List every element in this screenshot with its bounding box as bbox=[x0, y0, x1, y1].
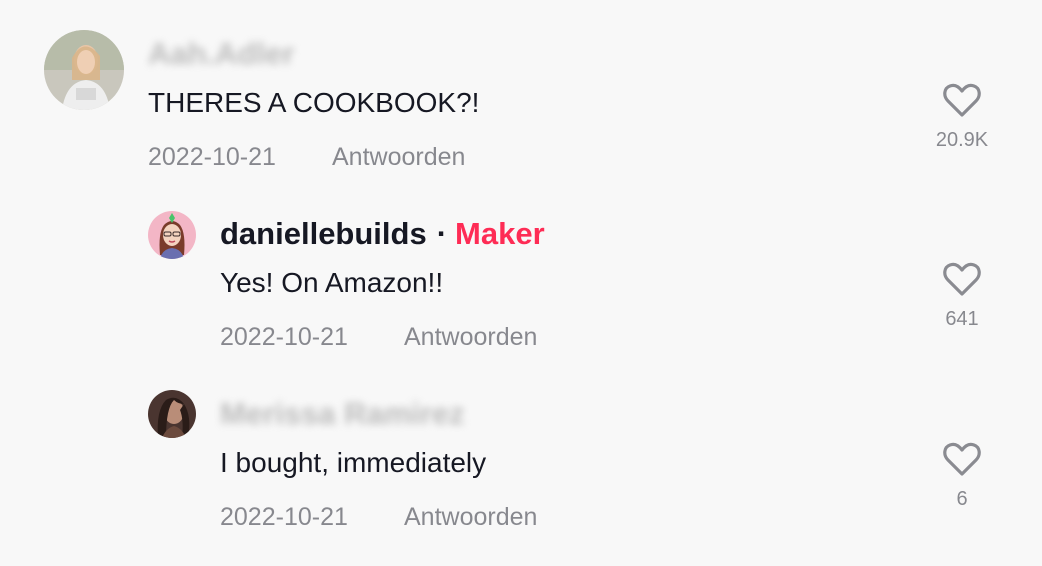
creator-badge: Maker bbox=[455, 216, 545, 251]
reply-button[interactable]: Antwoorden bbox=[332, 142, 465, 172]
reply-button[interactable]: Antwoorden bbox=[404, 322, 537, 352]
like-count: 641 bbox=[945, 308, 979, 330]
separator-dot: · bbox=[436, 216, 448, 251]
comment-date: 2022-10-21 bbox=[220, 323, 348, 351]
like-count: 6 bbox=[956, 488, 968, 510]
avatar[interactable] bbox=[44, 30, 124, 110]
comment-text: Yes! On Amazon!! bbox=[220, 267, 444, 298]
heart-outline-icon[interactable] bbox=[942, 82, 982, 118]
comment-username[interactable]: Merissa Ramirez bbox=[220, 396, 465, 432]
creator-username-row: daniellebuilds · Maker bbox=[220, 216, 545, 252]
comment-thread: Aah.Adler THERES A COOKBOOK?! 2022-10-21… bbox=[0, 0, 1042, 566]
avatar[interactable] bbox=[148, 211, 196, 259]
heart-outline-icon[interactable] bbox=[942, 441, 982, 477]
like-control: 20.9K bbox=[922, 82, 1002, 152]
comment-username[interactable]: daniellebuilds bbox=[220, 216, 427, 251]
heart-outline-icon[interactable] bbox=[942, 261, 982, 297]
comment-username[interactable]: Aah.Adler bbox=[148, 36, 294, 72]
comment-text: THERES A COOKBOOK?! bbox=[148, 87, 480, 118]
like-control: 641 bbox=[922, 261, 1002, 331]
comment-date: 2022-10-21 bbox=[220, 503, 348, 531]
comment-text: I bought, immediately bbox=[220, 447, 487, 478]
like-count: 20.9K bbox=[935, 129, 989, 151]
avatar[interactable] bbox=[148, 390, 196, 438]
comment-date: 2022-10-21 bbox=[148, 143, 276, 171]
like-control: 6 bbox=[922, 441, 1002, 511]
reply-button[interactable]: Antwoorden bbox=[404, 502, 537, 532]
